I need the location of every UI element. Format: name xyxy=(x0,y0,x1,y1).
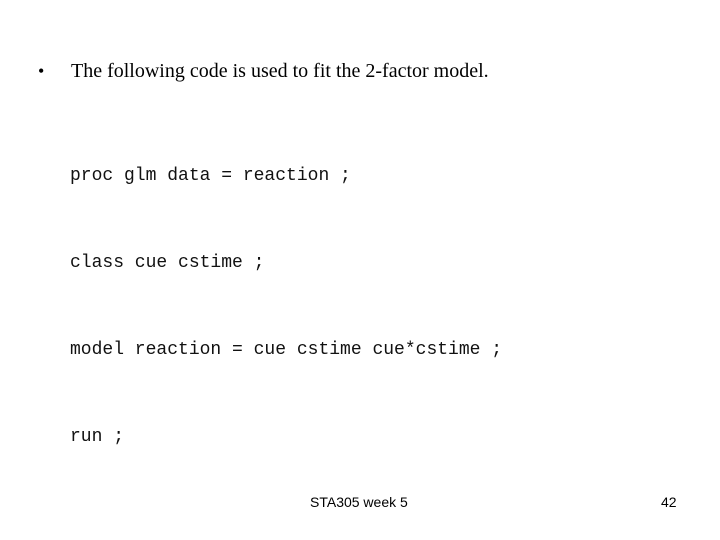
footer-course: STA305 week 5 xyxy=(310,494,408,510)
bullet-text: The following code is used to fit the 2-… xyxy=(71,60,489,82)
code-line: run ; xyxy=(70,427,125,447)
page-number: 42 xyxy=(661,494,677,510)
bullet-icon: • xyxy=(38,61,45,81)
code-line: proc glm data = reaction ; xyxy=(70,166,351,186)
code-block: proc glm data = reaction ; class cue cst… xyxy=(70,104,502,481)
bullet-item: • The following code is used to fit the … xyxy=(38,60,489,83)
code-line: class cue cstime ; xyxy=(70,253,265,273)
code-line: model reaction = cue cstime cue*cstime ; xyxy=(70,340,503,360)
